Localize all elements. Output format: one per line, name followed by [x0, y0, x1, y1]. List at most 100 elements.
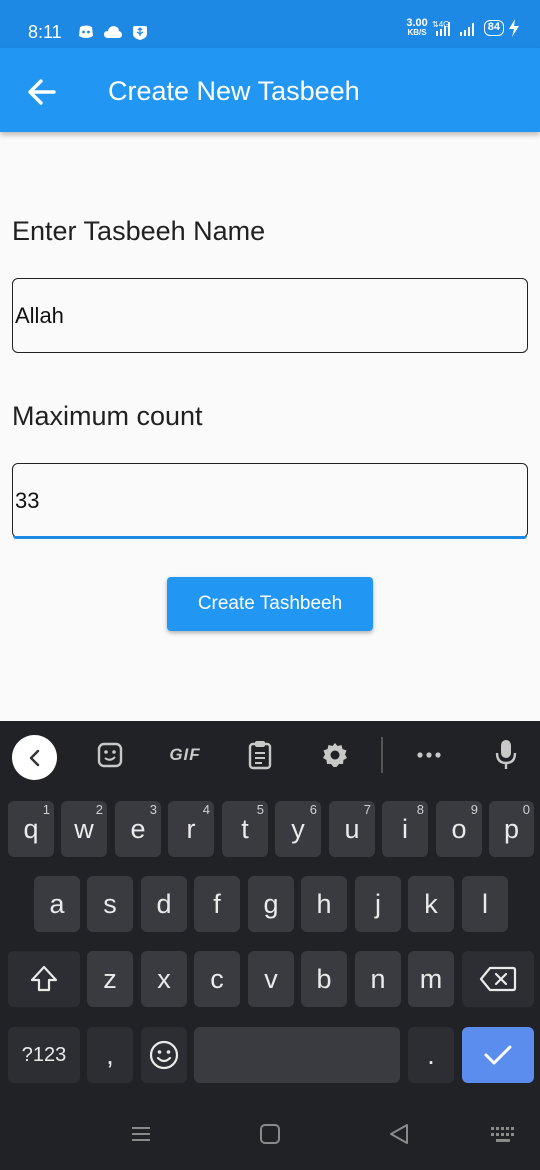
- key-h[interactable]: h: [301, 876, 347, 932]
- clipboard-button[interactable]: [244, 739, 276, 771]
- key-hint: 9: [470, 802, 478, 817]
- more-icon: [417, 752, 441, 758]
- back-icon[interactable]: [388, 1124, 410, 1144]
- key-label: i: [402, 813, 408, 844]
- battery-indicator: 84: [483, 20, 504, 36]
- key-hint: 1: [42, 802, 50, 817]
- name-label: Enter Tasbeeh Name: [12, 216, 266, 246]
- shift-key[interactable]: [8, 951, 80, 1007]
- discord-icon: [79, 25, 93, 38]
- key-m[interactable]: m: [408, 951, 454, 1007]
- period-key[interactable]: .: [408, 1027, 454, 1083]
- system-nav-bar: [0, 1100, 540, 1170]
- key-v[interactable]: v: [248, 951, 294, 1007]
- key-hint: 5: [256, 802, 264, 817]
- home-icon[interactable]: [259, 1124, 281, 1144]
- signal-icon: [459, 23, 474, 36]
- key-i[interactable]: 8i: [382, 801, 428, 857]
- key-hint: 7: [363, 802, 371, 817]
- status-bar: 8:11 3.00 KB/S ⇅4G 84: [0, 0, 540, 48]
- key-hint: 0: [522, 802, 530, 817]
- key-d[interactable]: d: [141, 876, 187, 932]
- key-g[interactable]: g: [248, 876, 294, 932]
- more-button[interactable]: [413, 739, 445, 771]
- emoji-icon: [149, 1040, 179, 1070]
- key-hint: 2: [95, 802, 103, 817]
- key-q[interactable]: 1q: [8, 801, 54, 857]
- key-c[interactable]: c: [194, 951, 240, 1007]
- comma-key[interactable]: ,: [87, 1027, 133, 1083]
- key-r[interactable]: 4r: [168, 801, 214, 857]
- back-button[interactable]: [22, 72, 62, 112]
- keyboard-switch-icon[interactable]: [490, 1124, 516, 1144]
- recents-icon[interactable]: [130, 1124, 152, 1144]
- check-icon: [484, 1045, 512, 1065]
- key-o[interactable]: 9o: [436, 801, 482, 857]
- max-count-input[interactable]: 33: [12, 463, 528, 539]
- key-a[interactable]: a: [34, 876, 80, 932]
- key-l[interactable]: l: [462, 876, 508, 932]
- create-tasbeeh-button[interactable]: Create Tashbeeh: [167, 577, 373, 631]
- key-label: r: [186, 813, 196, 844]
- key-e[interactable]: 3e: [115, 801, 161, 857]
- emoji-key[interactable]: [141, 1027, 187, 1083]
- key-j[interactable]: j: [355, 876, 401, 932]
- settings-button[interactable]: [319, 739, 351, 771]
- status-right: 3.00 KB/S ⇅4G 84: [406, 18, 520, 38]
- svg-text:⇅4G: ⇅4G: [432, 20, 449, 29]
- toolbar-divider: [381, 737, 383, 773]
- key-hint: 8: [416, 802, 424, 817]
- key-w[interactable]: 2w: [61, 801, 107, 857]
- key-label: t: [241, 813, 249, 844]
- collapse-keyboard-button[interactable]: [12, 735, 57, 780]
- chevron-left-icon: [29, 749, 39, 766]
- key-label: q: [23, 813, 39, 844]
- enter-key[interactable]: [462, 1027, 534, 1083]
- key-hint: 4: [202, 802, 210, 817]
- charging-icon: [509, 19, 519, 37]
- backspace-key[interactable]: [462, 951, 534, 1007]
- backspace-icon: [479, 966, 517, 992]
- clipboard-icon: [248, 741, 272, 770]
- lte-icon: ⇅4G: [432, 20, 450, 36]
- key-hint: 6: [309, 802, 317, 817]
- key-t[interactable]: 5t: [222, 801, 268, 857]
- space-key[interactable]: [194, 1027, 400, 1083]
- key-z[interactable]: z: [87, 951, 133, 1007]
- key-label: o: [451, 813, 467, 844]
- mic-icon: [495, 740, 517, 769]
- net-speed: 3.00 KB/S: [406, 18, 427, 38]
- tasbeeh-name-value: Allah: [15, 303, 64, 328]
- key-k[interactable]: k: [408, 876, 454, 932]
- key-s[interactable]: s: [87, 876, 133, 932]
- voice-input-button[interactable]: [490, 739, 522, 771]
- key-label: p: [503, 813, 520, 844]
- key-y[interactable]: 6y: [275, 801, 321, 857]
- keyboard-toolbar: GIF: [0, 721, 540, 789]
- key-x[interactable]: x: [141, 951, 187, 1007]
- key-label: e: [130, 813, 146, 844]
- shift-icon: [30, 965, 58, 992]
- key-hint: 3: [149, 802, 157, 817]
- key-b[interactable]: b: [301, 951, 347, 1007]
- page-title: Create New Tasbeeh: [108, 76, 360, 106]
- status-time: 8:11: [28, 22, 62, 42]
- key-label: w: [74, 813, 94, 844]
- cloud-icon: [104, 26, 122, 38]
- max-count-label: Maximum count: [12, 401, 203, 431]
- app-bar: Create New Tasbeeh: [0, 48, 540, 132]
- key-p[interactable]: 0p: [489, 801, 534, 857]
- key-label: y: [291, 813, 305, 844]
- gif-button[interactable]: GIF: [166, 739, 204, 771]
- key-label: u: [344, 813, 360, 844]
- key-n[interactable]: n: [355, 951, 401, 1007]
- net-speed-value: 3.00: [406, 17, 428, 29]
- net-speed-unit: KB/S: [407, 28, 427, 37]
- tasbeeh-name-input[interactable]: Allah: [12, 278, 528, 353]
- key-u[interactable]: 7u: [329, 801, 375, 857]
- max-count-value: 33: [15, 488, 40, 513]
- status-left-icons: [78, 24, 148, 40]
- symbols-key[interactable]: ?123: [8, 1027, 80, 1083]
- key-f[interactable]: f: [194, 876, 240, 932]
- sticker-button[interactable]: [94, 739, 126, 771]
